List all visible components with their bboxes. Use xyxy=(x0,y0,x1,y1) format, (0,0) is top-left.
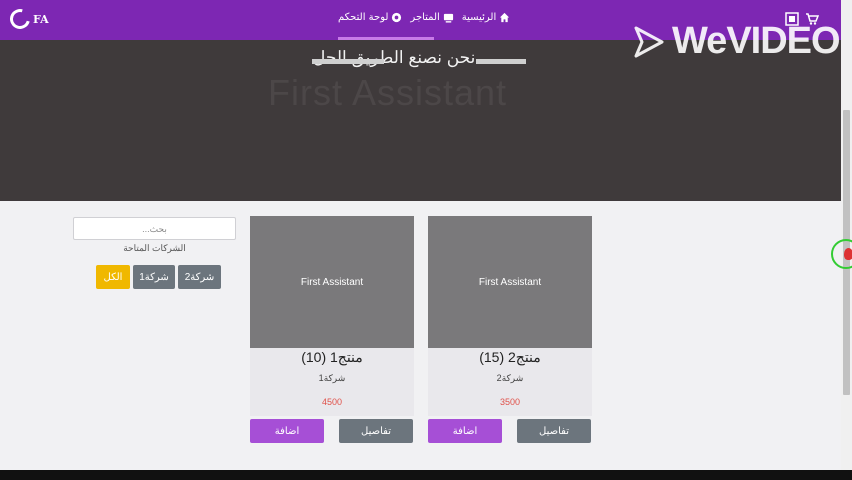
filter-all-button[interactable]: الكل xyxy=(96,265,130,289)
nav-link-dashboard-label: لوحة التحكم xyxy=(338,12,389,23)
product-company: شركة2 xyxy=(496,373,524,383)
dashboard-icon xyxy=(392,12,402,23)
brand-logo[interactable]: FA xyxy=(6,5,49,33)
product-price: 3500 xyxy=(499,397,521,407)
product-company: شركة1 xyxy=(318,373,346,383)
nav-link-stores-label: المتاجر xyxy=(410,12,440,23)
nav-link-stores[interactable]: المتاجر xyxy=(410,12,453,23)
product-card: First Assistant منتج2 (15) شركة2 3500 xyxy=(428,216,592,416)
details-button[interactable]: تفاصيل xyxy=(339,419,413,443)
nav-link-dashboard[interactable]: لوحة التحكم xyxy=(338,12,402,23)
search-input[interactable] xyxy=(73,217,236,240)
brand-text: FA xyxy=(33,12,49,26)
product-title: منتج2 (15) xyxy=(479,349,541,365)
filter-company1-button[interactable]: شركة1 xyxy=(133,265,175,289)
hero-redaction-mark xyxy=(312,59,384,64)
wevideo-watermark: WeVIDEO xyxy=(632,20,841,63)
details-button[interactable]: تفاصيل xyxy=(517,419,591,443)
logo-ring-icon xyxy=(6,5,34,33)
bottom-bar xyxy=(0,470,852,480)
vertical-scrollbar[interactable] xyxy=(841,0,852,470)
play-icon xyxy=(634,26,664,57)
home-icon xyxy=(500,12,510,23)
page: FA الرئيسية المتاجر لوحة التحكم First As… xyxy=(0,0,841,470)
product-image[interactable]: First Assistant xyxy=(250,216,414,348)
hero-banner: First Assistant نحن نصنع الطريق الحل xyxy=(0,40,841,201)
hero-redaction-mark xyxy=(476,59,526,64)
product-card: First Assistant منتج1 (10) شركة1 4500 xyxy=(250,216,414,416)
product-price: 4500 xyxy=(321,397,343,407)
hero-title: نحن نصنع الطريق الحل xyxy=(313,48,476,67)
available-companies-label: الشركات المتاحة xyxy=(123,243,186,253)
product-title: منتج1 (10) xyxy=(301,349,363,365)
watermark-text: WeVIDEO xyxy=(672,20,841,62)
add-to-cart-button[interactable]: اضافة xyxy=(428,419,502,443)
store-icon xyxy=(443,13,453,23)
nav-links: الرئيسية المتاجر لوحة التحكم xyxy=(338,12,510,23)
filter-company2-button[interactable]: شركة2 xyxy=(178,265,221,289)
add-to-cart-button[interactable]: اضافة xyxy=(250,419,324,443)
mouse-cursor-icon xyxy=(844,248,852,260)
hero-background-text: First Assistant xyxy=(268,72,508,113)
product-image[interactable]: First Assistant xyxy=(428,216,592,348)
nav-link-home[interactable]: الرئيسية xyxy=(462,12,510,23)
nav-link-home-label: الرئيسية xyxy=(461,12,497,23)
